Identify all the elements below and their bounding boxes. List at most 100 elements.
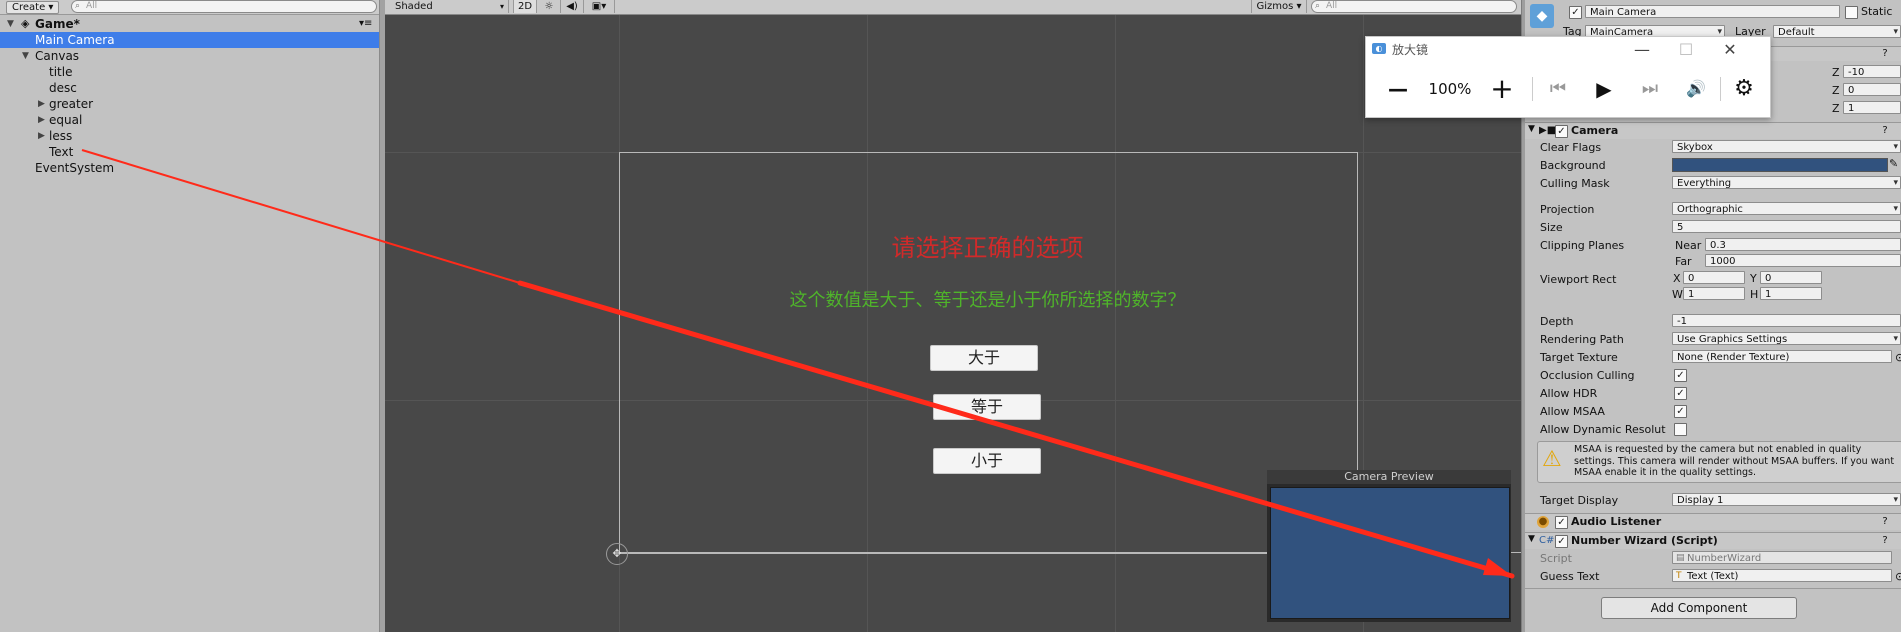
object-picker-icon[interactable]: ⊙ xyxy=(1895,351,1901,364)
scene-toolbar: Shaded ▾ 2D ☼ ◀) ▣▾ Gizmos ▾ ⌕ All xyxy=(385,0,1521,15)
zoom-in-button[interactable]: + xyxy=(1482,63,1522,115)
guess-text-field[interactable]: T Text (Text) xyxy=(1672,569,1892,582)
chevron-down-icon: ▾ xyxy=(48,2,54,13)
zoom-out-button[interactable]: — xyxy=(1378,63,1418,115)
projection-dropdown[interactable]: Orthographic xyxy=(1672,202,1901,215)
rotation-z-field[interactable]: 0 xyxy=(1843,83,1901,96)
allow-hdr-checkbox[interactable]: ✓ xyxy=(1674,387,1687,400)
read-from-here-button[interactable]: 🔊 xyxy=(1676,63,1716,115)
hierarchy-item-text[interactable]: Text xyxy=(0,144,380,160)
target-display-label: Target Display xyxy=(1540,494,1619,507)
fold-open-icon[interactable]: ▼ xyxy=(1528,534,1535,544)
rendering-path-dropdown[interactable]: Use Graphics Settings xyxy=(1672,332,1901,345)
hierarchy-item-label: Canvas xyxy=(35,49,80,63)
hierarchy-item-less[interactable]: ▶ less xyxy=(0,128,380,144)
hierarchy-item-label: greater xyxy=(49,97,94,111)
fold-closed-icon[interactable]: ▶ xyxy=(38,112,45,128)
hierarchy-item-desc[interactable]: desc xyxy=(0,80,380,96)
depth-field[interactable]: -1 xyxy=(1672,314,1901,327)
viewport-x-field[interactable]: 0 xyxy=(1683,271,1745,284)
search-placeholder: All xyxy=(1326,1,1338,11)
projection-label: Projection xyxy=(1540,203,1595,216)
help-icon[interactable]: ? xyxy=(1879,535,1891,547)
zoom-level: 100% xyxy=(1428,80,1472,98)
audio-listener-checkbox[interactable]: ✓ xyxy=(1555,516,1568,529)
hierarchy-item-greater[interactable]: ▶ greater xyxy=(0,96,380,112)
shading-mode-dropdown[interactable]: Shaded ▾ xyxy=(385,0,509,13)
number-wizard-checkbox[interactable]: ✓ xyxy=(1555,535,1568,548)
mode-2d-toggle[interactable]: 2D xyxy=(513,0,537,13)
clear-flags-dropdown[interactable]: Skybox xyxy=(1672,140,1901,153)
viewport-w-field[interactable]: 1 xyxy=(1683,287,1745,300)
hierarchy-item-main-camera[interactable]: Main Camera xyxy=(0,32,380,48)
lighting-toggle[interactable]: ☼ xyxy=(538,0,561,13)
guess-text-label: Guess Text xyxy=(1540,570,1600,583)
position-z-field[interactable]: -10 xyxy=(1843,65,1901,78)
help-icon[interactable]: ? xyxy=(1879,516,1891,528)
far-field[interactable]: 1000 xyxy=(1705,254,1901,267)
object-name-field[interactable]: Main Camera xyxy=(1585,5,1840,18)
hierarchy-item-eventsystem[interactable]: EventSystem xyxy=(0,160,380,176)
viewport-y-field[interactable]: 0 xyxy=(1760,271,1822,284)
target-display-dropdown[interactable]: Display 1 xyxy=(1672,493,1901,506)
layer-dropdown[interactable]: Default xyxy=(1773,25,1901,38)
scale-z-field[interactable]: 1 xyxy=(1843,101,1901,114)
maximize-button[interactable]: ☐ xyxy=(1666,37,1706,63)
next-button[interactable]: ⏭ xyxy=(1630,63,1670,115)
hierarchy-item-label: less xyxy=(49,129,73,143)
scene-root-row[interactable]: ▼ ◈ Game* ▾≡ xyxy=(0,16,380,32)
static-checkbox[interactable] xyxy=(1845,6,1858,19)
eyedropper-icon[interactable]: ✎ xyxy=(1889,157,1898,170)
camera-component-header[interactable]: ▼ ▶■ ✓ Camera ? xyxy=(1525,122,1901,139)
fold-open-icon[interactable]: ▼ xyxy=(1528,124,1535,134)
culling-mask-dropdown[interactable]: Everything xyxy=(1672,176,1901,189)
fold-open-icon[interactable]: ▼ xyxy=(7,16,14,32)
hierarchy-item-canvas[interactable]: ▼ Canvas xyxy=(0,48,380,64)
scene-menu-icon[interactable]: ▾≡ xyxy=(359,16,372,32)
greater-button[interactable]: 大于 xyxy=(930,345,1038,371)
hierarchy-item-title[interactable]: title xyxy=(0,64,380,80)
viewport-h-field[interactable]: 1 xyxy=(1760,287,1822,300)
magnifier-titlebar[interactable]: ◐ 放大镜 — ☐ ✕ xyxy=(1366,37,1770,63)
size-label: Size xyxy=(1540,221,1563,234)
object-picker-icon[interactable]: ⊙ xyxy=(1895,570,1901,583)
help-icon[interactable]: ? xyxy=(1879,48,1891,60)
minimize-button[interactable]: — xyxy=(1622,37,1662,63)
near-field[interactable]: 0.3 xyxy=(1705,238,1901,251)
active-checkbox[interactable]: ✓ xyxy=(1569,6,1582,19)
audio-listener-header[interactable]: ● ✓ Audio Listener ? xyxy=(1525,513,1901,530)
close-button[interactable]: ✕ xyxy=(1710,37,1750,63)
hierarchy-search-input[interactable]: ⌕ All xyxy=(71,0,377,13)
scene-title-text: 请选择正确的选项 xyxy=(891,234,1084,262)
audio-toggle[interactable]: ◀) xyxy=(561,0,584,13)
allow-dynamic-resolution-checkbox[interactable] xyxy=(1674,423,1687,436)
script-field-value: NumberWizard xyxy=(1687,553,1762,564)
play-button[interactable]: ▶ xyxy=(1584,63,1624,115)
scene-search-input[interactable]: ⌕ All xyxy=(1311,0,1517,13)
pivot-handle-icon[interactable]: ✥ xyxy=(606,543,628,565)
allow-msaa-checkbox[interactable]: ✓ xyxy=(1674,405,1687,418)
gizmos-dropdown[interactable]: Gizmos ▾ xyxy=(1251,0,1307,13)
number-wizard-header[interactable]: ▼ C# ✓ Number Wizard (Script) ? xyxy=(1525,532,1901,549)
help-icon[interactable]: ? xyxy=(1879,125,1891,137)
hierarchy-item-equal[interactable]: ▶ equal xyxy=(0,112,380,128)
camera-icon: ▶■ xyxy=(1539,125,1557,136)
allow-dynamic-resolution-label: Allow Dynamic Resolut xyxy=(1540,423,1666,436)
add-component-button[interactable]: Add Component xyxy=(1601,597,1797,619)
size-field[interactable]: 5 xyxy=(1672,220,1901,233)
camera-enabled-checkbox[interactable]: ✓ xyxy=(1555,125,1568,138)
equal-button[interactable]: 等于 xyxy=(933,394,1041,420)
settings-button[interactable]: ⚙ xyxy=(1724,63,1764,115)
occlusion-culling-checkbox[interactable]: ✓ xyxy=(1674,369,1687,382)
previous-button[interactable]: ⏮ xyxy=(1538,63,1578,115)
fold-open-icon[interactable]: ▼ xyxy=(22,48,29,64)
create-dropdown[interactable]: Create ▾ xyxy=(6,1,60,14)
effects-dropdown[interactable]: ▣▾ xyxy=(584,0,615,13)
fold-closed-icon[interactable]: ▶ xyxy=(38,128,45,144)
fold-closed-icon[interactable]: ▶ xyxy=(38,96,45,112)
scene-view[interactable]: Shaded ▾ 2D ☼ ◀) ▣▾ Gizmos ▾ ⌕ All ✥ 请选择… xyxy=(385,0,1521,632)
less-button[interactable]: 小于 xyxy=(933,448,1041,474)
target-texture-field[interactable]: None (Render Texture) xyxy=(1672,350,1892,363)
z-label: Z xyxy=(1832,102,1840,115)
background-color-swatch[interactable] xyxy=(1672,158,1888,172)
